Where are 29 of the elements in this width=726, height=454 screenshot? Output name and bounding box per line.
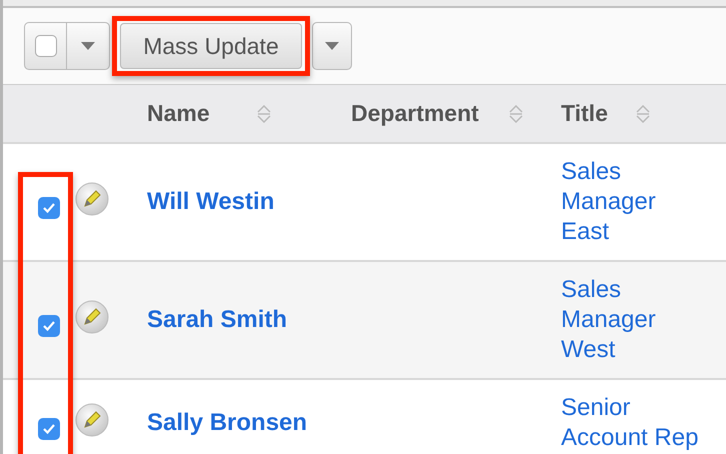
title-link[interactable]: Sales: [561, 275, 622, 305]
caret-icon: [81, 42, 95, 50]
pencil-icon[interactable]: [75, 300, 109, 334]
checkmark-icon: [42, 423, 56, 435]
row-checkbox[interactable]: [38, 197, 60, 219]
select-dropdown-button[interactable]: [67, 22, 110, 70]
checkmark-icon: [42, 202, 56, 214]
row-checkbox[interactable]: [38, 418, 60, 440]
actions-dropdown-button[interactable]: [312, 22, 352, 70]
column-header[interactable]: Name: [147, 100, 210, 127]
column-header[interactable]: Department: [351, 100, 479, 127]
title-link[interactable]: Manager: [561, 187, 656, 217]
mass-update-button[interactable]: Mass Update: [120, 23, 302, 69]
title-link[interactable]: East: [561, 217, 610, 247]
column-header[interactable]: Title: [561, 100, 608, 127]
record-name-link[interactable]: Sally Bronsen: [147, 409, 308, 436]
title-link[interactable]: Senior: [561, 393, 630, 423]
pencil-icon[interactable]: [75, 403, 109, 437]
title-link[interactable]: West: [561, 335, 616, 365]
select-all-checkbox[interactable]: [24, 22, 67, 70]
record-name-link[interactable]: Sarah Smith: [147, 306, 288, 333]
pencil-icon[interactable]: [75, 182, 109, 216]
record-name-link[interactable]: Will Westin: [147, 188, 274, 215]
row-checkbox[interactable]: [38, 315, 60, 337]
title-link[interactable]: Account Rep: [561, 423, 698, 453]
title-link[interactable]: Manager: [561, 305, 656, 335]
checkmark-icon: [42, 320, 56, 332]
title-link[interactable]: Sales: [561, 157, 622, 187]
caret-icon: [325, 42, 339, 50]
